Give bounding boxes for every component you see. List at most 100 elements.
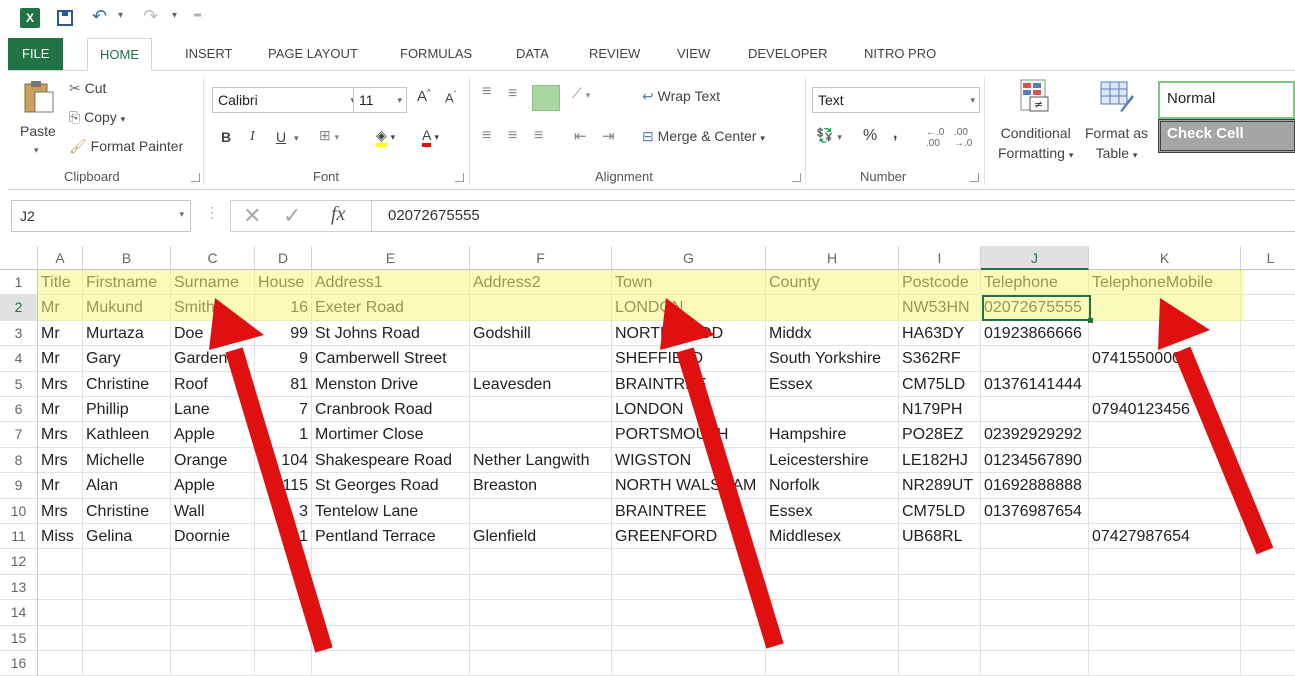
cell-c8[interactable]: Orange (171, 447, 255, 474)
cell-e10[interactable]: Tentelow Lane (312, 498, 470, 524)
cell-k1[interactable]: TelephoneMobile (1089, 270, 1241, 296)
decrease-indent-icon[interactable]: ⇤ (574, 127, 587, 145)
cell-e11[interactable]: Pentland Terrace (312, 524, 470, 550)
bold-button[interactable]: B (221, 129, 231, 145)
cell-l14[interactable] (1241, 600, 1295, 626)
cell-d9[interactable]: 115 (255, 473, 312, 499)
cell-h7[interactable]: Hampshire (766, 422, 899, 448)
row-header[interactable]: 6 (0, 397, 38, 423)
fill-color-icon[interactable]: ◈ ▾ (376, 127, 395, 147)
cell-f10[interactable] (470, 498, 612, 524)
cell-j7[interactable]: 02392929292 (981, 422, 1089, 448)
cell-a7[interactable]: Mrs (38, 422, 83, 448)
cell-e7[interactable]: Mortimer Close (312, 422, 470, 448)
save-icon[interactable] (57, 10, 73, 26)
number-launcher-icon[interactable] (970, 173, 979, 182)
column-header-k[interactable]: K (1089, 246, 1241, 270)
cell-b4[interactable]: Gary (83, 346, 171, 372)
cell-d16[interactable] (255, 651, 312, 676)
cell-j16[interactable] (981, 651, 1089, 676)
cell-d1[interactable]: House (255, 270, 312, 296)
select-all-corner[interactable] (0, 246, 38, 270)
cell-b14[interactable] (83, 600, 171, 626)
tab-developer[interactable]: DEVELOPER (748, 38, 827, 70)
enter-icon[interactable]: ✓ (283, 203, 301, 229)
cell-f15[interactable] (470, 625, 612, 651)
column-header-j[interactable]: J (981, 246, 1089, 270)
cell-g16[interactable] (612, 651, 766, 676)
cell-c5[interactable]: Roof (171, 371, 255, 397)
redo-dropdown-icon[interactable]: ▾ (172, 10, 177, 21)
cell-g8[interactable]: WIGSTON (612, 447, 766, 474)
center-icon[interactable]: ≡ (508, 127, 517, 145)
cell-k7[interactable] (1089, 422, 1241, 448)
percent-button[interactable]: % (863, 127, 877, 145)
row-header[interactable]: 16 (0, 651, 38, 676)
cell-h3[interactable]: Middx (766, 320, 899, 347)
cell-d4[interactable]: 9 (255, 346, 312, 372)
cell-l2[interactable] (1241, 295, 1295, 321)
format-painter-button[interactable]: 🖌 Format Painter (69, 138, 183, 155)
underline-dropdown-icon[interactable]: ▾ (294, 133, 299, 144)
cell-d3[interactable]: 99 (255, 320, 312, 347)
cell-j12[interactable] (981, 549, 1089, 575)
cell-i14[interactable] (899, 600, 981, 626)
cell-c11[interactable]: Doornie (171, 524, 255, 550)
cell-c4[interactable]: Gardener (171, 346, 255, 372)
cell-b16[interactable] (83, 651, 171, 676)
cell-i15[interactable] (899, 625, 981, 651)
middle-align-icon[interactable]: ≡ (508, 85, 517, 103)
cell-c15[interactable] (171, 625, 255, 651)
cell-b10[interactable]: Christine (83, 498, 171, 524)
row-header[interactable]: 13 (0, 574, 38, 601)
formula-input[interactable]: 02072675555 (370, 200, 1295, 232)
column-header-h[interactable]: H (766, 246, 899, 270)
cell-f9[interactable]: Breaston (470, 473, 612, 499)
cell-b7[interactable]: Kathleen (83, 422, 171, 448)
cell-j14[interactable] (981, 600, 1089, 626)
style-normal[interactable]: Normal (1158, 81, 1295, 119)
cell-l6[interactable] (1241, 397, 1295, 423)
cell-d11[interactable]: 11 (255, 524, 312, 550)
cell-f6[interactable] (470, 397, 612, 423)
cell-j9[interactable]: 01692888888 (981, 473, 1089, 499)
cell-f4[interactable] (470, 346, 612, 372)
cell-j4[interactable] (981, 346, 1089, 372)
cell-k16[interactable] (1089, 651, 1241, 676)
alignment-launcher-icon[interactable] (792, 173, 801, 182)
cell-k10[interactable] (1089, 498, 1241, 524)
cell-d6[interactable]: 7 (255, 397, 312, 423)
cell-b13[interactable] (83, 574, 171, 601)
cell-i10[interactable]: CM75LD (899, 498, 981, 524)
row-header[interactable]: 8 (0, 447, 38, 474)
cell-g1[interactable]: Town (612, 270, 766, 296)
cell-j10[interactable]: 01376987654 (981, 498, 1089, 524)
cell-d12[interactable] (255, 549, 312, 575)
cell-e9[interactable]: St Georges Road (312, 473, 470, 499)
cell-e5[interactable]: Menston Drive (312, 371, 470, 397)
cell-b11[interactable]: Gelina (83, 524, 171, 550)
cell-e13[interactable] (312, 574, 470, 601)
cell-d15[interactable] (255, 625, 312, 651)
cell-a11[interactable]: Miss (38, 524, 83, 550)
cell-d7[interactable]: 1 (255, 422, 312, 448)
cell-b9[interactable]: Alan (83, 473, 171, 499)
cell-j1[interactable]: Telephone (981, 270, 1089, 296)
column-header-e[interactable]: E (312, 246, 470, 270)
cell-f12[interactable] (470, 549, 612, 575)
row-header[interactable]: 9 (0, 473, 38, 499)
row-header[interactable]: 4 (0, 346, 38, 372)
cell-k2[interactable] (1089, 295, 1241, 321)
cell-l1[interactable] (1241, 270, 1295, 296)
cell-l15[interactable] (1241, 626, 1295, 651)
cell-h11[interactable]: Middlesex (766, 524, 899, 550)
cell-g9[interactable]: NORTH WALSHAM (612, 473, 766, 499)
cell-l3[interactable] (1241, 321, 1295, 347)
cell-e6[interactable]: Cranbrook Road (312, 397, 470, 423)
cell-d13[interactable] (255, 574, 312, 601)
top-align-icon[interactable]: ≡ (482, 83, 491, 101)
cell-j8[interactable]: 01234567890 (981, 447, 1089, 474)
cell-i2[interactable]: NW53HN (899, 295, 981, 321)
cell-f5[interactable]: Leavesden (470, 371, 612, 397)
cell-e15[interactable] (312, 625, 470, 651)
